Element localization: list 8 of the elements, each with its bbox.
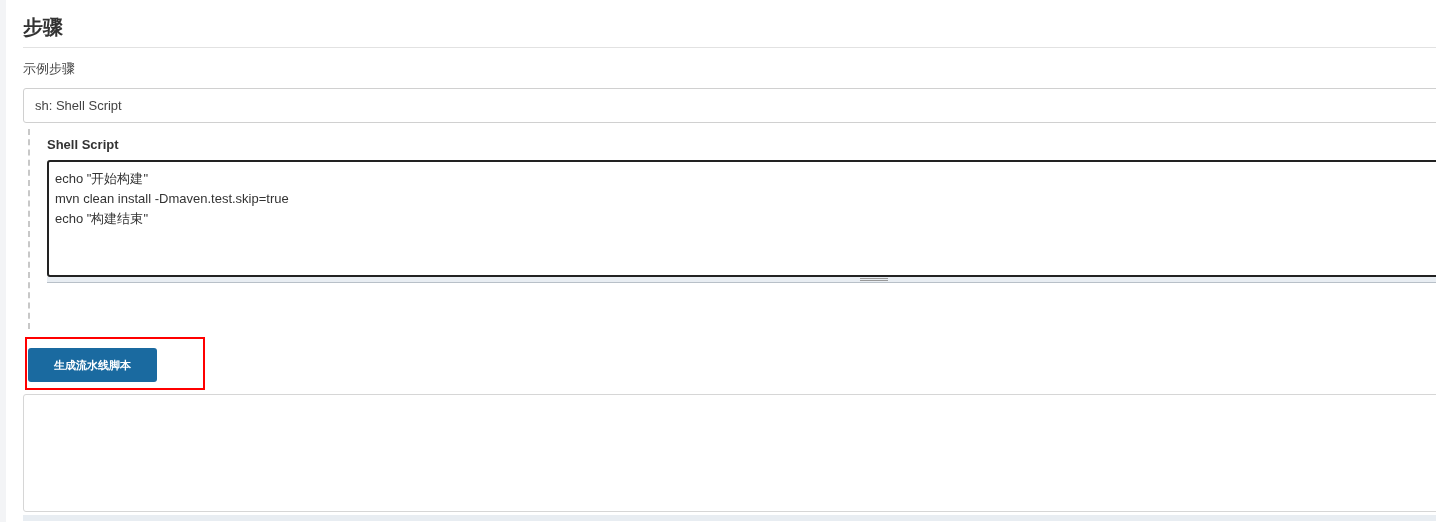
script-textarea[interactable]: echo "开始构建" mvn clean install -Dmaven.test.skip=true echo "构建结束" xyxy=(47,160,1436,277)
field-label: Shell Script xyxy=(47,137,120,152)
section-title: 步骤 xyxy=(23,14,1436,48)
resize-handle[interactable] xyxy=(47,277,1436,283)
generate-button[interactable]: 生成流水线脚本 xyxy=(28,348,157,382)
step-select[interactable]: sh: Shell Script xyxy=(23,88,1436,123)
output-textarea[interactable] xyxy=(23,394,1436,512)
field-label: 示例步骤 xyxy=(23,60,76,78)
